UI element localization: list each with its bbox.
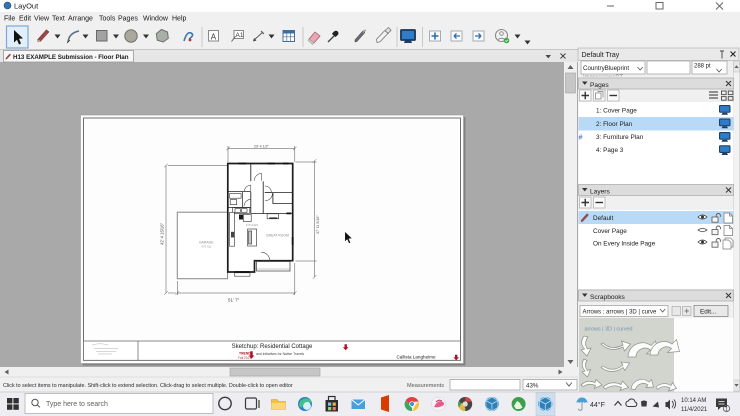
svg-text:Arrange: Arrange (68, 16, 93, 23)
svg-text:and Initiatives for Native Tra: and Initiatives for Native Travels (256, 352, 304, 356)
svg-text:4: Page 3: 4: Page 3 (596, 147, 624, 154)
svg-text:Text: Text (52, 16, 65, 23)
svg-text:A: A (211, 32, 217, 41)
svg-text:42' 4 15/16": 42' 4 15/16" (160, 222, 165, 245)
svg-text:TREND: TREND (239, 351, 251, 355)
svg-text:Cover Page: Cover Page (593, 228, 627, 235)
svg-text:288 pt: 288 pt (694, 64, 711, 70)
svg-text:1: Cover Page: 1: Cover Page (596, 108, 637, 115)
svg-text:3: Furniture Plan: 3: Furniture Plan (596, 134, 644, 141)
svg-text:Sketchup: Residential Cottage: Sketchup: Residential Cottage (232, 344, 313, 350)
svg-text:Type here to search: Type here to search (46, 401, 108, 408)
svg-text:Help: Help (172, 16, 187, 23)
svg-text:43%: 43% (526, 383, 539, 390)
svg-text:Tools: Tools (99, 16, 116, 23)
svg-text:44°F: 44°F (590, 401, 605, 409)
svg-text:H13 EXAMPLE Submission - Floor: H13 EXAMPLE Submission - Floor Plan (13, 54, 129, 61)
svg-text:Fall 2021: Fall 2021 (238, 356, 251, 360)
svg-text:File: File (4, 16, 15, 23)
svg-text:11/4/2021: 11/4/2021 (681, 407, 708, 413)
svg-text:Click to select items to manip: Click to select items to manipulate. Shi… (3, 383, 293, 389)
svg-text:Callista Langheime: Callista Langheime (396, 355, 436, 360)
svg-text:Pages: Pages (590, 82, 609, 89)
svg-text:#: # (579, 133, 583, 142)
svg-text:On Every Inside Page: On Every Inside Page (593, 241, 656, 248)
svg-text:GREAT ROOM: GREAT ROOM (266, 234, 289, 238)
svg-text:A1: A1 (236, 32, 244, 39)
svg-text:Window: Window (143, 16, 169, 23)
svg-text:KITCHEN: KITCHEN (246, 223, 258, 227)
svg-text:LayOut: LayOut (14, 2, 39, 11)
svg-text:1: 1 (725, 407, 728, 413)
svg-text:29' 4 1/2": 29' 4 1/2" (254, 145, 270, 149)
svg-text:CountryBlueprint: CountryBlueprint (583, 65, 629, 72)
svg-text:View: View (34, 16, 50, 23)
svg-text:arrows | 3D | curved: arrows | 3D | curved (585, 327, 633, 333)
svg-text:Layers: Layers (590, 188, 610, 195)
svg-text:Pages: Pages (118, 16, 138, 23)
svg-text:Arrows : arrows | 3D | curve: Arrows : arrows | 3D | curve (583, 310, 657, 316)
svg-text:Default Tray: Default Tray (582, 52, 620, 59)
svg-text:Edit...: Edit... (700, 309, 717, 316)
svg-text:Default: Default (593, 215, 613, 222)
svg-text:37' 11 5/16": 37' 11 5/16" (316, 215, 320, 234)
svg-text:Edit: Edit (19, 16, 31, 23)
svg-text:51' 7": 51' 7" (228, 298, 240, 303)
svg-text:Measurements: Measurements (407, 383, 444, 389)
svg-text:2: Floor Plan: 2: Floor Plan (596, 121, 633, 128)
svg-text:576 SQ: 576 SQ (202, 245, 212, 249)
svg-text:10:14 AM: 10:14 AM (681, 398, 706, 404)
svg-text:Scrapbooks: Scrapbooks (590, 294, 626, 301)
